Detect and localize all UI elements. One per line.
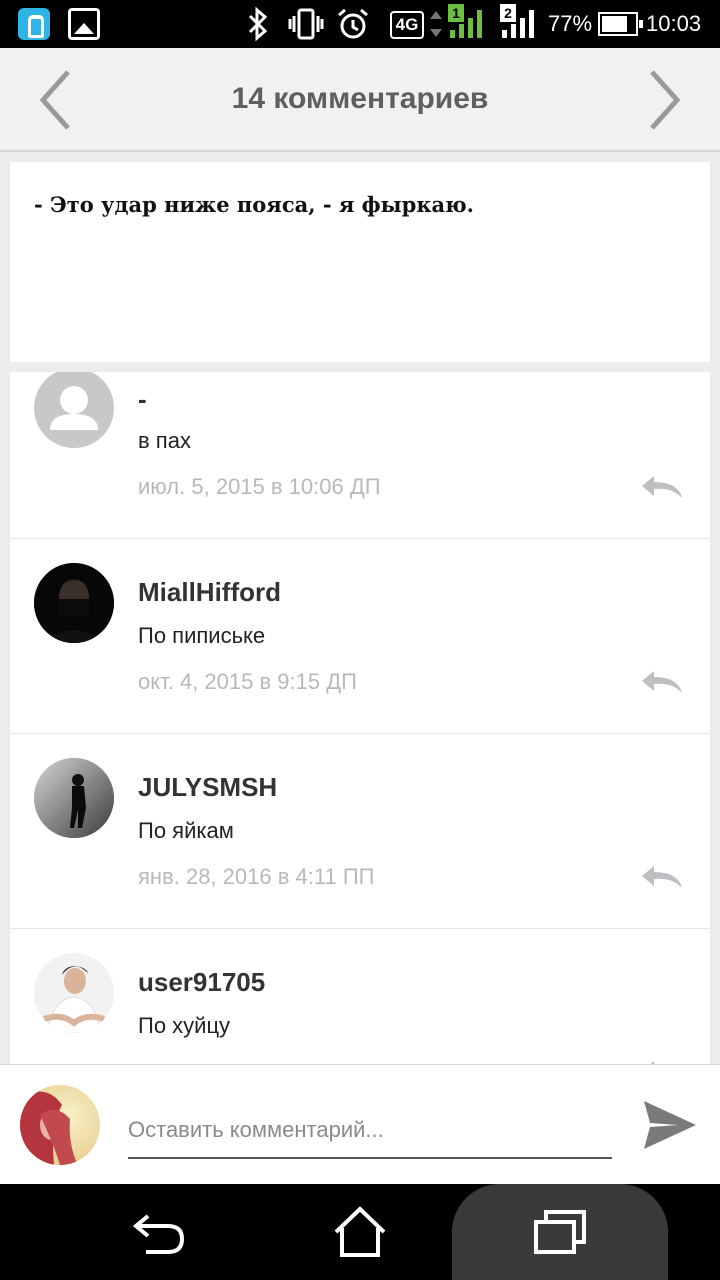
battery-level bbox=[602, 16, 627, 32]
recent-apps-icon bbox=[534, 1210, 586, 1254]
avatar[interactable] bbox=[34, 563, 114, 643]
avatar-placeholder[interactable] bbox=[34, 372, 114, 448]
avatar[interactable] bbox=[34, 953, 114, 1033]
battery-icon bbox=[598, 12, 643, 36]
system-navigation-bar bbox=[0, 1184, 720, 1280]
comment-composer bbox=[0, 1064, 720, 1184]
comment-username[interactable]: user91705 bbox=[138, 967, 265, 998]
network-4g-icon: 4G bbox=[390, 11, 424, 39]
avatar-photo bbox=[34, 563, 114, 643]
reply-icon bbox=[642, 671, 682, 693]
home-button[interactable] bbox=[300, 1184, 420, 1280]
avatar[interactable] bbox=[34, 758, 114, 838]
quoted-text: - Это удар ниже пояса, - я фыркаю. bbox=[34, 192, 474, 217]
reply-button[interactable] bbox=[638, 665, 686, 699]
send-button[interactable] bbox=[640, 1097, 698, 1153]
bluetooth-icon bbox=[246, 0, 270, 48]
comment-username[interactable]: MiallHifford bbox=[138, 577, 281, 608]
reply-icon bbox=[642, 476, 682, 498]
signal-sim1-icon: 1 bbox=[448, 4, 488, 38]
reply-button[interactable] bbox=[638, 470, 686, 504]
reply-button[interactable] bbox=[638, 860, 686, 894]
comment-date: июл. 5, 2015 в 10:06 ДП bbox=[138, 474, 381, 499]
next-chapter-button[interactable] bbox=[642, 70, 688, 130]
reply-button[interactable] bbox=[638, 1055, 686, 1064]
comment-date: окт. 4, 2015 в 9:15 ДП bbox=[138, 669, 357, 694]
vibrate-icon bbox=[288, 0, 324, 48]
signal-sim2-icon: 2 bbox=[500, 4, 540, 38]
back-button[interactable] bbox=[100, 1184, 220, 1280]
comment-text: По яйкам bbox=[138, 818, 234, 843]
battery-percent: 77% bbox=[548, 11, 593, 36]
comment-item: MiallHifford По пипиське окт. 4, 2015 в … bbox=[10, 539, 710, 734]
comments-list[interactable]: - в пах июл. 5, 2015 в 10:06 ДП MiallHif… bbox=[10, 372, 710, 1064]
clock: 10:03 bbox=[646, 11, 702, 36]
comment-text: По пипиське bbox=[138, 623, 266, 648]
send-icon bbox=[644, 1101, 696, 1149]
avatar-photo bbox=[34, 953, 114, 1033]
page-title: 14 комментариев bbox=[231, 82, 489, 115]
home-icon bbox=[334, 1206, 386, 1257]
chevron-right-icon bbox=[650, 70, 681, 130]
comment-input[interactable] bbox=[128, 1103, 612, 1159]
current-user-avatar bbox=[20, 1085, 100, 1165]
avatar-photo bbox=[20, 1085, 100, 1165]
sim1-label: 1 bbox=[448, 4, 464, 22]
fitness-app-icon bbox=[18, 8, 50, 40]
comment-item: - в пах июл. 5, 2015 в 10:06 ДП bbox=[10, 372, 710, 539]
data-arrows-icon bbox=[428, 0, 444, 48]
comment-username[interactable]: JULYSMSH bbox=[138, 772, 277, 803]
quoted-paragraph: - Это удар ниже пояса, - я фыркаю. bbox=[10, 162, 710, 362]
recent-apps-button[interactable] bbox=[500, 1184, 620, 1280]
comment-text: в пах bbox=[138, 428, 191, 453]
comment-item: JULYSMSH По яйкам янв. 28, 2016 в 4:11 П… bbox=[10, 734, 710, 929]
comment-date: янв. 28, 2016 в 4:11 ПП bbox=[138, 864, 375, 889]
toolbar: 14 комментариев bbox=[0, 48, 720, 152]
comment-item: user91705 По хуйцу bbox=[10, 929, 710, 1064]
back-icon bbox=[132, 1214, 185, 1254]
user-icon bbox=[50, 386, 98, 430]
sim2-label: 2 bbox=[500, 4, 516, 22]
comment-text: По хуйцу bbox=[138, 1013, 231, 1038]
avatar-photo bbox=[34, 758, 114, 838]
alarm-icon bbox=[336, 0, 370, 48]
comment-username[interactable]: - bbox=[138, 384, 147, 415]
gallery-icon bbox=[68, 8, 100, 40]
status-bar: 4G 1 2 77% 10:03 bbox=[0, 0, 720, 48]
reply-icon bbox=[642, 866, 682, 888]
